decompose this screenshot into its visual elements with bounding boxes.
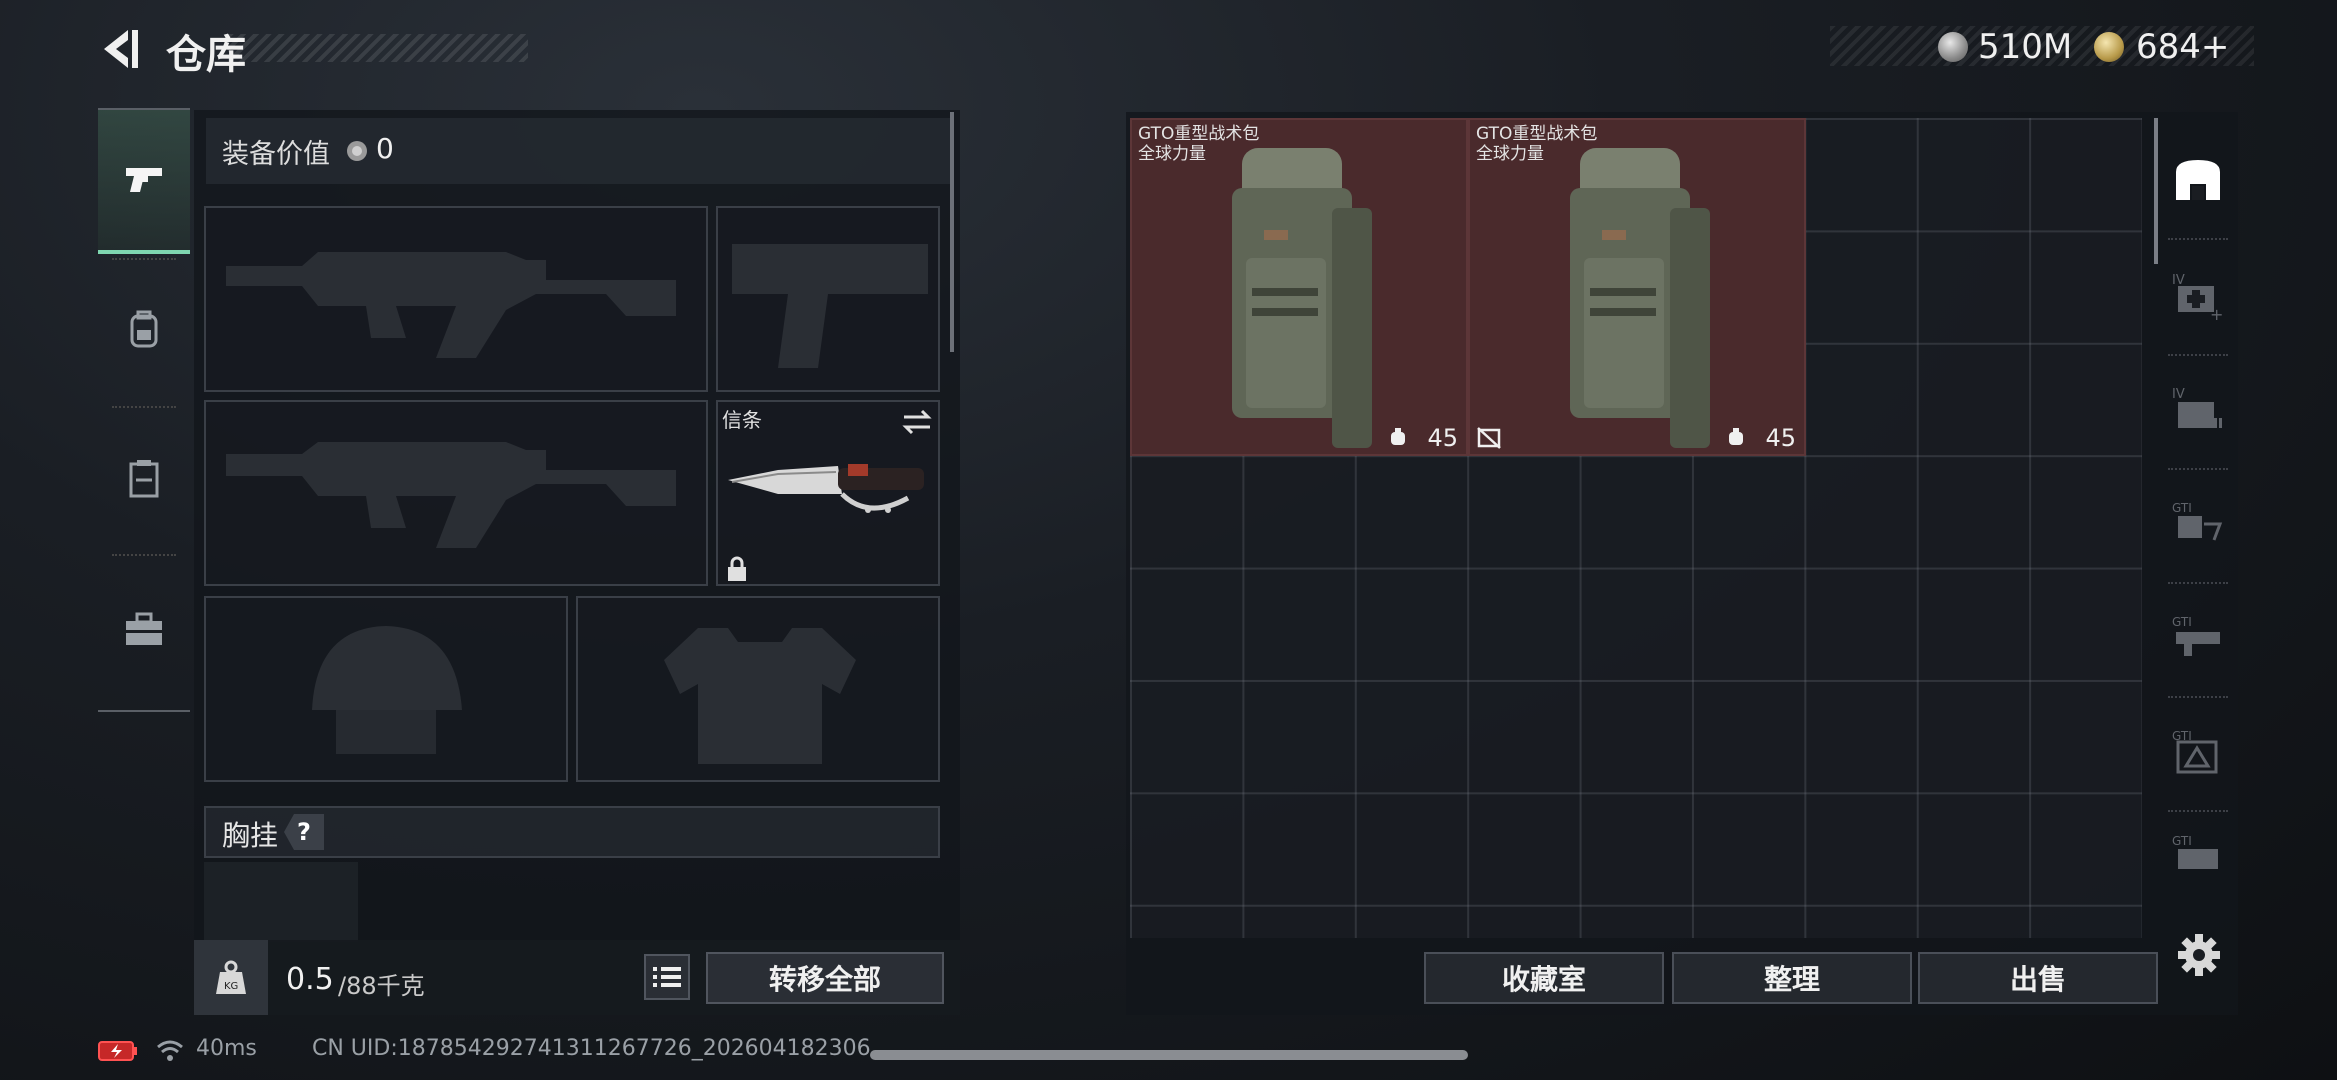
item-capacity: 45: [1427, 424, 1458, 452]
storage-item[interactable]: GTO重型战术包 全球力量 45: [1468, 118, 1806, 456]
back-button[interactable]: [96, 24, 146, 74]
gti-weapon-icon: GTI: [2172, 615, 2220, 656]
lock-icon: [728, 556, 746, 581]
helmet-silhouette-icon: [312, 626, 462, 754]
organize-button[interactable]: 整理: [1672, 952, 1912, 1004]
medkit-category-icon: IV +: [2172, 273, 2223, 322]
tab-backpack[interactable]: [98, 258, 190, 402]
filter-misc[interactable]: GTI: [2166, 834, 2230, 880]
tab-vest[interactable]: [98, 406, 190, 550]
silver-coin-icon: [347, 141, 367, 161]
storage-item[interactable]: GTO重型战术包 全球力量 45: [1130, 118, 1468, 456]
wifi-icon: [157, 1040, 183, 1061]
tactical-backpack-image: [1232, 148, 1372, 448]
rifle-silhouette-icon: [226, 442, 676, 548]
armor-silhouette-icon: [664, 628, 856, 764]
chest-rig-label: 胸挂: [222, 819, 279, 852]
sell-button[interactable]: 出售: [1918, 952, 2158, 1004]
gold-add-icon[interactable]: +: [2201, 27, 2230, 67]
gti-misc-icon: GTI: [2172, 834, 2218, 869]
unslotted-icon: [1477, 427, 1501, 449]
filter-column: IV + IV GTI GTI GTI GTI: [2156, 112, 2238, 932]
weight-icon-box: KG: [194, 940, 268, 1015]
silver-currency-amount: 510M: [1978, 27, 2073, 67]
item-name-line2: 全球力量: [1138, 144, 1206, 164]
item-name-line1: GTO重型战术包: [1138, 124, 1260, 144]
ping-text: 40ms: [196, 1036, 257, 1061]
item-name-line1: GTO重型战术包: [1476, 124, 1598, 144]
home-indicator[interactable]: [870, 1050, 1468, 1060]
backpack-icon: [130, 310, 158, 348]
svg-text:GTI: GTI: [2172, 615, 2192, 629]
helmet-slot[interactable]: [204, 596, 568, 782]
collection-room-button[interactable]: 收藏室: [1424, 952, 1664, 1004]
tab-weapons[interactable]: [98, 110, 190, 254]
list-view-button[interactable]: [644, 954, 690, 1000]
rifle-silhouette-icon: [226, 252, 676, 358]
capacity-icon: [1729, 428, 1743, 445]
equipment-value-label: 装备价值: [222, 139, 330, 170]
filter-weapon[interactable]: GTI: [2166, 606, 2230, 670]
backpack-category-icon: [2176, 160, 2220, 200]
toolbox-icon: [126, 612, 162, 645]
gear-icon: [2178, 934, 2220, 976]
gold-coin-icon: [2094, 32, 2124, 62]
svg-text:IV: IV: [2172, 387, 2185, 402]
back-arrow-icon: [104, 30, 138, 68]
pistol-silhouette-icon: [732, 244, 928, 368]
svg-text:GTI: GTI: [2172, 501, 2192, 515]
filter-attachment[interactable]: GTI: [2166, 492, 2230, 556]
item-name-line2: 全球力量: [1476, 144, 1544, 164]
tactical-backpack-image: [1570, 148, 1710, 448]
weight-current: 0.5: [286, 962, 334, 997]
tab-case[interactable]: [98, 554, 190, 704]
settings-button[interactable]: [2176, 932, 2222, 978]
filter-medical[interactable]: IV +: [2166, 264, 2230, 328]
svg-text:KG: KG: [224, 981, 238, 992]
clipboard-icon: [129, 460, 159, 498]
filter-equipment[interactable]: GTI: [2166, 720, 2230, 784]
body-armor-slot[interactable]: [576, 596, 940, 782]
filter-ammo[interactable]: IV: [2166, 378, 2230, 442]
gold-currency[interactable]: 684+: [2136, 27, 2229, 67]
secondary-weapon-slot[interactable]: [204, 400, 708, 586]
svg-text:+: +: [2210, 305, 2223, 322]
melee-slot-label: 信条: [722, 408, 762, 432]
melee-slot[interactable]: 信条: [716, 400, 940, 586]
swap-icon[interactable]: [900, 408, 934, 436]
equipment-scrollbar[interactable]: [950, 112, 954, 352]
item-name: GTO重型战术包 全球力量: [1138, 124, 1259, 164]
list-icon: [653, 967, 681, 987]
battery-icon: [98, 1041, 137, 1061]
weight-icon: KG: [216, 960, 246, 994]
weight-max: /88千克: [338, 972, 425, 1000]
silver-coin-icon: [1938, 32, 1968, 62]
filter-backpack[interactable]: [2166, 148, 2230, 212]
capacity-icon: [1391, 428, 1405, 445]
equipment-value-amount: 0: [376, 132, 394, 165]
svg-text:GTI: GTI: [2172, 834, 2192, 848]
item-name: GTO重型战术包 全球力量: [1476, 124, 1597, 164]
pistol-icon: [126, 168, 162, 192]
gti-attachment-icon: GTI: [2172, 501, 2223, 541]
primary-weapon-slot[interactable]: [204, 206, 708, 392]
sidearm-slot[interactable]: [716, 206, 940, 392]
gti-triangle-icon: GTI: [2172, 729, 2218, 774]
item-capacity: 45: [1765, 424, 1796, 452]
title-decoration: [228, 34, 528, 62]
chest-rig-slot[interactable]: [204, 862, 358, 942]
ammo-category-icon: IV: [2172, 387, 2222, 428]
category-tabs: [98, 108, 190, 712]
transfer-all-button[interactable]: 转移全部: [706, 952, 944, 1004]
uid-text: CN UID:187854292741311267726_20260418230…: [312, 1036, 871, 1061]
gold-currency-amount: 684: [2136, 27, 2201, 67]
svg-text:IV: IV: [2172, 273, 2185, 288]
